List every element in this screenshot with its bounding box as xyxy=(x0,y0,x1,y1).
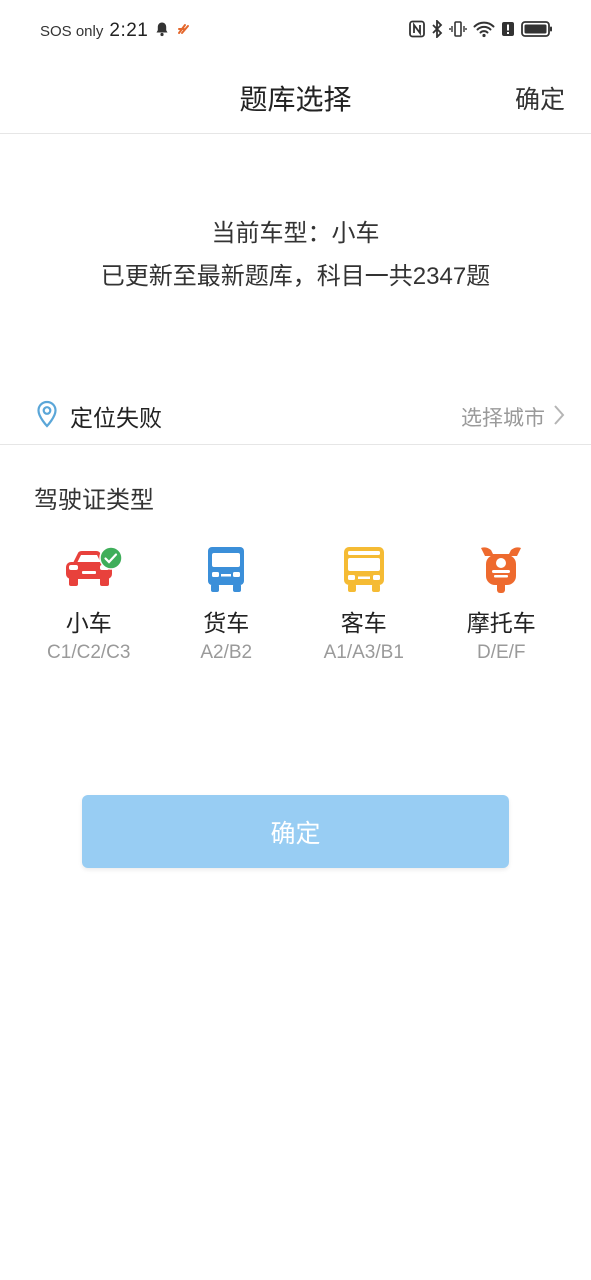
license-code: C1/C2/C3 xyxy=(47,642,131,663)
page-title: 题库选择 xyxy=(239,84,352,115)
bank-update-status: 已更新至最新题库，科目一共2347题 xyxy=(100,263,491,290)
confirm-button[interactable]: 确定 xyxy=(82,795,509,868)
alert-icon xyxy=(501,20,515,43)
location-pin-icon xyxy=(36,400,58,433)
chevron-right-icon xyxy=(553,404,565,431)
license-name: 货车 xyxy=(203,610,250,636)
vibrate-icon xyxy=(449,20,467,43)
status-bar: SOS only 2:21 xyxy=(0,0,591,66)
bus-icon xyxy=(334,540,394,598)
clock-time: 2:21 xyxy=(109,20,149,41)
current-vehicle-type: 当前车型：小车 xyxy=(211,220,380,247)
carrier-text: SOS only xyxy=(40,22,104,40)
license-code: A1/A3/B1 xyxy=(323,642,404,663)
status-right xyxy=(409,18,553,43)
wifi-icon xyxy=(473,20,495,43)
location-row: 定位失败 选择城市 xyxy=(0,386,591,445)
license-option-bus[interactable]: 客车 A1/A3/B1 xyxy=(295,540,433,664)
car-icon xyxy=(59,540,123,598)
bell-icon xyxy=(154,21,170,42)
header-confirm-button[interactable]: 确定 xyxy=(515,80,565,116)
select-city-button[interactable]: 选择城市 xyxy=(461,402,565,432)
status-left: SOS only 2:21 xyxy=(40,20,192,42)
license-type-heading: 驾驶证类型 xyxy=(34,487,154,514)
license-code: A2/B2 xyxy=(200,642,253,663)
truck-icon xyxy=(196,540,256,598)
bluetooth-icon xyxy=(431,18,443,43)
selected-check-icon xyxy=(99,546,123,575)
license-option-motorcycle[interactable]: 摩托车 D/E/F xyxy=(433,540,571,664)
nfc-icon xyxy=(409,20,425,43)
motorcycle-icon xyxy=(471,540,531,598)
license-name: 摩托车 xyxy=(466,610,536,636)
license-type-list: 小车 C1/C2/C3 货车 A2/B2 客车 A1/A3/B1 摩托车 D/E… xyxy=(20,540,570,664)
question-bank-info: 当前车型：小车 已更新至最新题库，科目一共2347题 xyxy=(0,214,591,294)
app-notification-icon xyxy=(176,21,192,42)
license-option-truck[interactable]: 货车 A2/B2 xyxy=(158,540,296,664)
location-status: 定位失败 xyxy=(70,405,162,431)
nav-bar: 题库选择 确定 xyxy=(0,66,591,134)
battery-icon xyxy=(521,20,553,43)
license-name: 小车 xyxy=(65,610,112,636)
license-code: D/E/F xyxy=(476,642,526,663)
license-name: 客车 xyxy=(340,610,387,636)
select-city-label: 选择城市 xyxy=(461,407,545,430)
license-option-car[interactable]: 小车 C1/C2/C3 xyxy=(20,540,158,664)
